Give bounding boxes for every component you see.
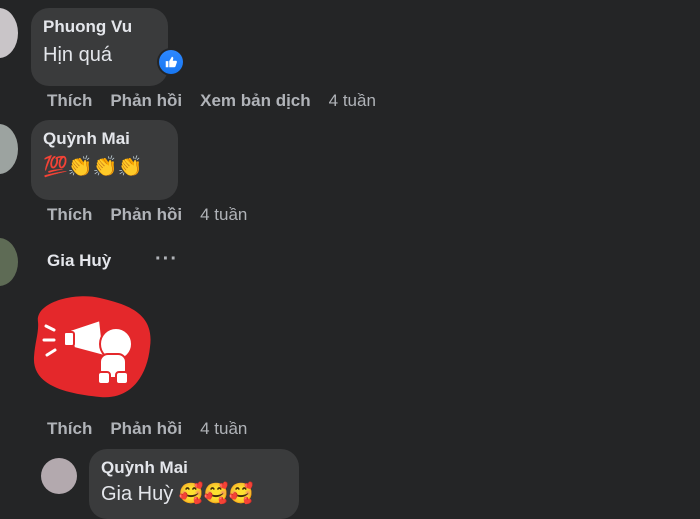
- more-options-icon[interactable]: ···: [155, 248, 178, 271]
- comment-time[interactable]: 4 tuần: [200, 419, 247, 438]
- reply-author[interactable]: Quỳnh Mai: [101, 457, 287, 479]
- comment-author[interactable]: Gia Huỳ: [47, 250, 111, 272]
- thumbs-up-icon: [165, 56, 177, 68]
- comment-actions: Thích Phản hồi Xem bản dịch 4 tuần: [47, 91, 394, 111]
- reply-link[interactable]: Phản hồi: [110, 91, 182, 110]
- comment-time[interactable]: 4 tuần: [200, 205, 247, 224]
- like-link[interactable]: Thích: [47, 419, 92, 438]
- comment-emojis: 💯👏👏👏: [43, 156, 143, 178]
- avatar[interactable]: [0, 238, 18, 286]
- like-link[interactable]: Thích: [47, 91, 92, 110]
- reply-link[interactable]: Phản hồi: [110, 419, 182, 438]
- avatar[interactable]: [0, 8, 18, 58]
- comment-bubble: Phuong Vu Hịn quá: [31, 8, 168, 86]
- comment-text: Hịn quá: [43, 44, 112, 66]
- avatar[interactable]: [41, 458, 77, 494]
- translate-link[interactable]: Xem bản dịch: [200, 91, 311, 110]
- reply-link[interactable]: Phản hồi: [110, 205, 182, 224]
- avatar[interactable]: [0, 124, 18, 174]
- comment-actions: Thích Phản hồi 4 tuần: [47, 205, 265, 225]
- comment-author[interactable]: Quỳnh Mai: [43, 128, 166, 150]
- megaphone-sticker[interactable]: [30, 292, 155, 402]
- reply-bubble: Quỳnh Mai Gia Huỳ 🥰🥰🥰: [89, 449, 299, 519]
- like-link[interactable]: Thích: [47, 205, 92, 224]
- comment-actions: Thích Phản hồi 4 tuần: [47, 419, 265, 439]
- like-reaction-badge[interactable]: [157, 48, 185, 76]
- comment-time[interactable]: 4 tuần: [329, 91, 376, 110]
- reply-text: Gia Huỳ 🥰🥰🥰: [101, 483, 254, 505]
- comment-bubble: Quỳnh Mai 💯👏👏👏: [31, 120, 178, 200]
- comment-author[interactable]: Phuong Vu: [43, 16, 156, 38]
